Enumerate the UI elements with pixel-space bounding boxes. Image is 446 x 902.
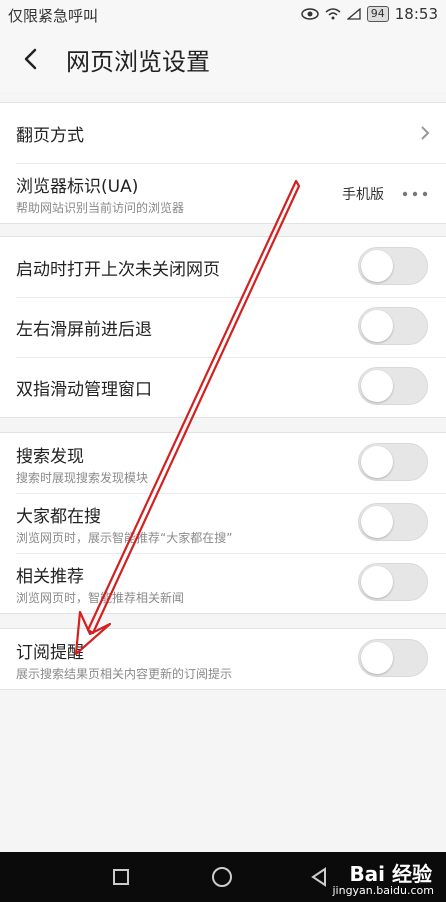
back-arrow-icon[interactable] <box>14 42 48 76</box>
restore-tabs-toggle[interactable] <box>358 247 428 285</box>
setting-row-search-discover: 搜索发现 搜索时展现搜索发现模块 <box>0 433 446 493</box>
setting-label: 翻页方式 <box>16 126 84 146</box>
setting-row-restore-tabs: 启动时打开上次未关闭网页 <box>0 237 446 297</box>
clock: 18:53 <box>394 5 438 23</box>
setting-row-trending: 大家都在搜 浏览网页时，展示智能推荐“大家都在搜” <box>0 493 446 553</box>
setting-subtitle: 帮助网站识别当前访问的浏览器 <box>16 201 185 215</box>
toggle-knob <box>361 566 393 598</box>
more-dots-icon[interactable] <box>402 191 428 197</box>
setting-subtitle: 展示搜索结果页相关内容更新的订阅提示 <box>16 667 233 681</box>
toggle-knob <box>361 370 393 402</box>
toggle-knob <box>361 642 393 674</box>
baidu-jingyan-watermark: Bai 经验 jingyan.baidu.com <box>300 852 440 902</box>
setting-label: 搜索发现 <box>16 447 84 467</box>
setting-label: 订阅提醒 <box>16 643 84 663</box>
trending-toggle[interactable] <box>358 503 428 541</box>
status-bar: 仅限紧急呼叫 94 18:53 <box>0 0 446 28</box>
two-finger-toggle[interactable] <box>358 367 428 405</box>
signal-icon <box>346 8 361 20</box>
wifi-icon <box>325 8 341 20</box>
toggle-knob <box>361 506 393 538</box>
setting-row-ua[interactable]: 浏览器标识(UA) 帮助网站识别当前访问的浏览器 手机版 <box>0 163 446 223</box>
search-discover-toggle[interactable] <box>358 443 428 481</box>
settings-group-page: 翻页方式 浏览器标识(UA) 帮助网站识别当前访问的浏览器 手机版 <box>0 102 446 224</box>
setting-row-page-turn[interactable]: 翻页方式 <box>0 103 446 163</box>
home-icon[interactable] <box>212 867 232 887</box>
watermark-url: jingyan.baidu.com <box>332 884 434 897</box>
setting-label: 左右滑屏前进后退 <box>16 320 152 340</box>
settings-group-gestures: 启动时打开上次未关闭网页 左右滑屏前进后退 双指滑动管理窗口 <box>0 236 446 418</box>
header: 网页浏览设置 <box>0 28 446 92</box>
setting-row-subscribe: 订阅提醒 展示搜索结果页相关内容更新的订阅提示 <box>0 629 446 689</box>
setting-row-related: 相关推荐 浏览网页时，智能推荐相关新闻 <box>0 553 446 613</box>
page-title: 网页浏览设置 <box>66 48 210 76</box>
carrier-text: 仅限紧急呼叫 <box>8 7 99 25</box>
watermark-logo: Bai 经验 <box>349 862 432 886</box>
status-icons: 94 18:53 <box>301 5 438 23</box>
setting-subtitle: 搜索时展现搜索发现模块 <box>16 471 149 485</box>
battery-level: 94 <box>366 6 389 22</box>
setting-label: 双指滑动管理窗口 <box>16 380 152 400</box>
setting-label: 启动时打开上次未关闭网页 <box>16 260 220 280</box>
setting-subtitle: 浏览网页时，智能推荐相关新闻 <box>16 591 185 605</box>
setting-label: 大家都在搜 <box>16 507 101 527</box>
related-toggle[interactable] <box>358 563 428 601</box>
toggle-knob <box>361 310 393 342</box>
chevron-right-icon <box>421 126 430 140</box>
ua-value: 手机版 <box>342 187 384 203</box>
recent-apps-icon[interactable] <box>113 869 129 885</box>
setting-label: 相关推荐 <box>16 567 84 587</box>
eye-icon <box>301 8 319 20</box>
setting-subtitle: 浏览网页时，展示智能推荐“大家都在搜” <box>16 531 233 545</box>
setting-row-swipe-nav: 左右滑屏前进后退 <box>0 297 446 357</box>
settings-group-subscribe: 订阅提醒 展示搜索结果页相关内容更新的订阅提示 <box>0 628 446 690</box>
setting-label: 浏览器标识(UA) <box>16 177 139 197</box>
swipe-nav-toggle[interactable] <box>358 307 428 345</box>
toggle-knob <box>361 250 393 282</box>
toggle-knob <box>361 446 393 478</box>
setting-row-two-finger: 双指滑动管理窗口 <box>0 357 446 417</box>
settings-group-search: 搜索发现 搜索时展现搜索发现模块 大家都在搜 浏览网页时，展示智能推荐“大家都在… <box>0 432 446 614</box>
subscribe-toggle[interactable] <box>358 639 428 677</box>
